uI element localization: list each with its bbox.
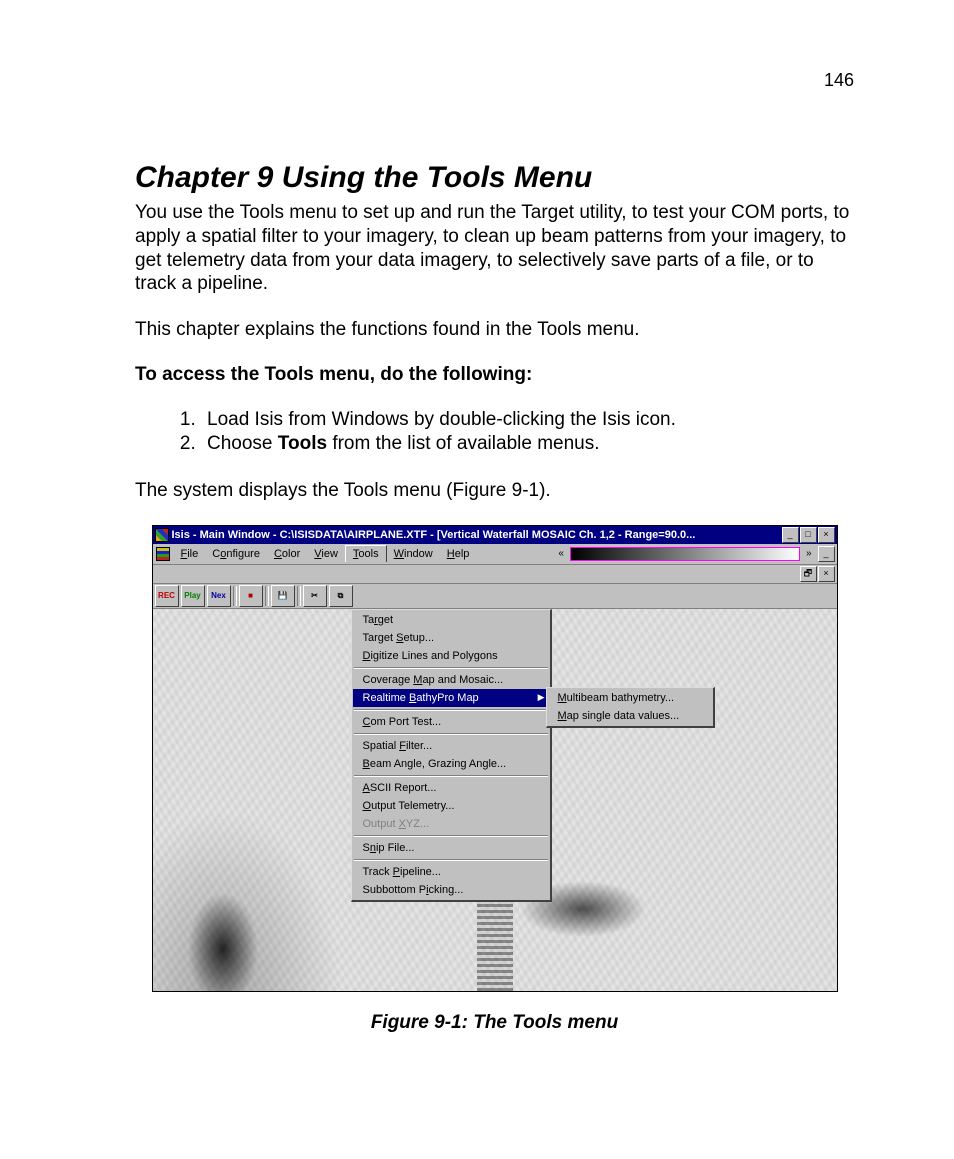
steps-list: Load Isis from Windows by double-clickin… [135,408,854,457]
mdi-close-button[interactable]: × [818,566,835,582]
menu-help[interactable]: Help [440,546,477,562]
figure-caption: Figure 9-1: The Tools menu [135,1012,854,1034]
menuitem-multibeam-bathymetry[interactable]: Multibeam bathymetry... [548,689,712,707]
gradient-lock-button[interactable]: _ [818,546,835,562]
stop-button[interactable]: ■ [239,585,263,607]
intro-paragraph-1: You use the Tools menu to set up and run… [135,201,854,296]
minimize-button[interactable]: _ [782,527,799,543]
toolbar-divider [233,586,237,606]
menu-configure[interactable]: Configure [205,546,267,562]
menuitem-beam-angle[interactable]: Beam Angle, Grazing Angle... [353,755,549,773]
titlebar[interactable]: Isis - Main Window - C:\ISISDATA\AIRPLAN… [153,526,837,544]
menuitem-digitize[interactable]: Digitize Lines and Polygons [353,647,549,665]
menubar: File Configure Color View Tools Window H… [153,544,837,565]
menuitem-output-telemetry[interactable]: Output Telemetry... [353,797,549,815]
step-2-pre: Choose [207,433,278,454]
next-button[interactable]: Nex [207,585,231,607]
step-2-bold: Tools [278,433,327,454]
app-icon[interactable] [155,528,169,542]
page-number: 146 [135,70,854,91]
mdi-restore-button[interactable]: 🗗 [800,566,817,582]
window-title: Isis - Main Window - C:\ISISDATA\AIRPLAN… [172,529,782,541]
intro-paragraph-2: This chapter explains the functions foun… [135,318,854,342]
save-button[interactable]: 💾 [271,585,295,607]
bathypro-submenu: Multibeam bathymetry... Map single data … [546,687,715,728]
access-heading: To access the Tools menu, do the followi… [135,364,854,386]
menuitem-track-pipeline[interactable]: Track Pipeline... [353,863,549,881]
menuitem-subbottom-picking[interactable]: Subbottom Picking... [353,881,549,899]
palette-icon[interactable] [156,547,170,561]
menu-separator [354,775,548,777]
tools-dropdown: Target Target Setup... Digitize Lines an… [351,609,552,902]
menuitem-spatial-filter[interactable]: Spatial Filter... [353,737,549,755]
record-button[interactable]: REC [155,585,179,607]
menuitem-realtime-bathypro[interactable]: Realtime BathyPro Map ▶ [353,689,549,707]
chapter-title: Chapter 9 Using the Tools Menu [135,161,854,195]
play-button[interactable]: Play [181,585,205,607]
color-gradient-strip[interactable] [570,547,800,561]
toolbar-divider [265,586,269,606]
menu-separator [354,667,548,669]
menuitem-com-port-test[interactable]: Com Port Test... [353,713,549,731]
menuitem-target[interactable]: Target [353,611,549,629]
menu-separator [354,733,548,735]
copy-button[interactable]: ⧉ [329,585,353,607]
menu-tools[interactable]: Tools [345,545,387,562]
step-1: Load Isis from Windows by double-clickin… [201,408,854,433]
step-2: Choose Tools from the list of available … [201,432,854,457]
menu-separator [354,709,548,711]
menu-color[interactable]: Color [267,546,307,562]
display-paragraph: The system displays the Tools menu (Figu… [135,479,854,503]
menuitem-ascii-report[interactable]: ASCII Report... [353,779,549,797]
maximize-button[interactable]: □ [800,527,817,543]
waterfall-display[interactable]: Target Target Setup... Digitize Lines an… [153,609,837,991]
cut-button[interactable]: ✂ [303,585,327,607]
close-button[interactable]: × [818,527,835,543]
menuitem-snip-file[interactable]: Snip File... [353,839,549,857]
submenu-arrow-icon: ▶ [538,692,545,703]
window-controls: _ □ × [782,527,837,543]
mdi-window-controls: 🗗 × [153,565,837,584]
menuitem-target-setup[interactable]: Target Setup... [353,629,549,647]
chev-left-icon[interactable]: « [555,548,567,559]
toolbar: REC Play Nex ■ 💾 ✂ ⧉ [153,584,837,609]
menu-separator [354,835,548,837]
menu-file[interactable]: File [174,546,206,562]
page: 146 Chapter 9 Using the Tools Menu You u… [0,0,954,1094]
toolbar-divider [297,586,301,606]
menuitem-output-xyz: Output XYZ... [353,815,549,833]
screenshot-window: Isis - Main Window - C:\ISISDATA\AIRPLAN… [152,525,838,992]
step-2-post: from the list of available menus. [327,433,599,454]
chev-right-icon[interactable]: » [803,548,815,559]
menu-view[interactable]: View [307,546,345,562]
menuitem-map-single-values[interactable]: Map single data values... [548,707,712,725]
menuitem-coverage[interactable]: Coverage Map and Mosaic... [353,671,549,689]
menu-separator [354,859,548,861]
menu-window[interactable]: Window [387,546,440,562]
